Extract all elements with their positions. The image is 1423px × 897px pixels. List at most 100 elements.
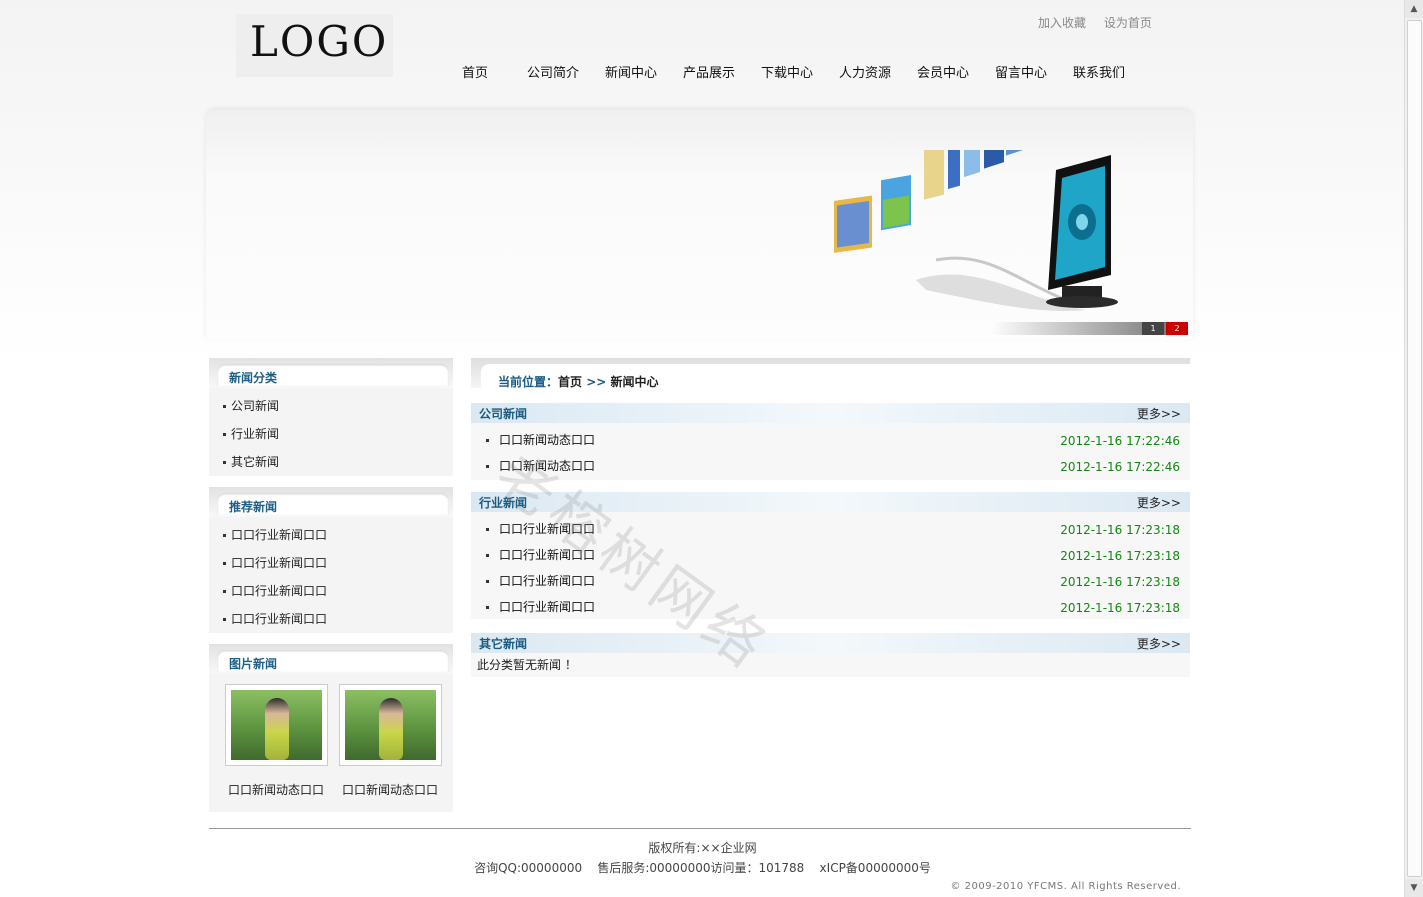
news-row: 口口新闻动态口口 2012-1-16 17:22:46: [471, 453, 1190, 479]
news-title-link[interactable]: 口口新闻动态口口: [499, 427, 595, 453]
section-header: 其它新闻 更多>>: [471, 633, 1190, 653]
nav-guestbook[interactable]: 留言中心: [986, 62, 1056, 81]
bullet-icon: [223, 534, 226, 537]
news-row: 口口行业新闻口口 2012-1-16 17:23:18: [471, 568, 1190, 594]
more-link[interactable]: 更多>>: [1137, 494, 1181, 511]
nav-contact[interactable]: 联系我们: [1064, 62, 1134, 81]
photo-news-header: 图片新闻: [209, 644, 453, 674]
recommended-item[interactable]: 口口行业新闻口口: [209, 549, 453, 577]
slide-button-2[interactable]: 2: [1166, 322, 1188, 335]
bullet-icon: [486, 580, 489, 583]
recommended-item[interactable]: 口口行业新闻口口: [209, 521, 453, 549]
vertical-scrollbar[interactable]: ▲ ▼: [1404, 0, 1423, 897]
category-item-company-news[interactable]: 公司新闻: [209, 392, 453, 420]
more-link[interactable]: 更多>>: [1137, 405, 1181, 422]
bullet-icon: [486, 465, 489, 468]
news-date: 2012-1-16 17:22:46: [1060, 434, 1180, 448]
bullet-icon: [486, 554, 489, 557]
bullet-icon: [223, 461, 226, 464]
news-date: 2012-1-16 17:23:18: [1060, 549, 1180, 563]
person-figure: [265, 698, 289, 760]
breadcrumb: 当前位置：首页 >> 新闻中心: [471, 358, 1190, 390]
recommended-item-label: 口口行业新闻口口: [231, 612, 328, 626]
section-title: 行业新闻: [479, 496, 528, 510]
nav-about[interactable]: 公司简介: [518, 62, 588, 81]
nav-hr[interactable]: 人力资源: [830, 62, 900, 81]
photo-news-thumbnail[interactable]: [339, 684, 442, 766]
empty-section-message: 此分类暂无新闻 ！: [477, 658, 577, 672]
category-item-industry-news[interactable]: 行业新闻: [209, 420, 453, 448]
bullet-icon: [223, 562, 226, 565]
news-title-link[interactable]: 口口行业新闻口口: [499, 516, 595, 542]
company-news-section: 公司新闻 更多>> 口口新闻动态口口 2012-1-16 17:22:46 口口…: [471, 403, 1190, 480]
top-links: 加入收藏 设为首页: [1038, 14, 1166, 31]
recommended-item-label: 口口行业新闻口口: [231, 556, 328, 570]
bullet-icon: [486, 439, 489, 442]
bullet-icon: [223, 433, 226, 436]
photo-news-image: [345, 690, 436, 760]
breadcrumb-label: 当前位置：: [498, 375, 559, 389]
nav-products[interactable]: 产品展示: [674, 62, 744, 81]
photo-news-image: [231, 690, 322, 760]
news-title-link[interactable]: 口口行业新闻口口: [499, 594, 595, 620]
breadcrumb-home-link[interactable]: 首页: [558, 375, 582, 389]
news-date: 2012-1-16 17:23:18: [1060, 575, 1180, 589]
section-header: 公司新闻 更多>>: [471, 403, 1190, 423]
set-homepage-link[interactable]: 设为首页: [1104, 16, 1152, 30]
breadcrumb-text: 当前位置：首页 >> 新闻中心: [498, 373, 659, 390]
photo-news-box: 图片新闻 口口新闻动态口口 口口新闻动态口口: [209, 644, 453, 812]
news-title-link[interactable]: 口口新闻动态口口: [499, 453, 595, 479]
bullet-icon: [223, 590, 226, 593]
news-category-title: 新闻分类: [229, 371, 278, 385]
news-title-link[interactable]: 口口行业新闻口口: [499, 542, 595, 568]
category-item-label: 行业新闻: [231, 427, 280, 441]
recommended-news-title: 推荐新闻: [229, 500, 278, 514]
section-title: 其它新闻: [479, 637, 528, 651]
footer-contact: 咨询QQ:00000000 售后服务:00000000访问量：101788 xI…: [474, 861, 931, 875]
section-header: 行业新闻 更多>>: [471, 492, 1190, 512]
scrollbar-thumb[interactable]: [1407, 20, 1422, 877]
slide-button-1[interactable]: 1: [1142, 322, 1164, 335]
news-date: 2012-1-16 17:23:18: [1060, 523, 1180, 537]
scroll-down-arrow-icon[interactable]: ▼: [1405, 879, 1423, 897]
category-item-label: 公司新闻: [231, 399, 280, 413]
breadcrumb-separator: >>: [586, 375, 607, 389]
banner-monitor-illustration: [834, 150, 1118, 311]
nav-news[interactable]: 新闻中心: [596, 62, 666, 81]
nav-downloads[interactable]: 下载中心: [752, 62, 822, 81]
photo-news-title: 图片新闻: [229, 657, 278, 671]
photo-news-thumbnail[interactable]: [225, 684, 328, 766]
more-link[interactable]: 更多>>: [1137, 635, 1181, 652]
news-date: 2012-1-16 17:22:46: [1060, 460, 1180, 474]
bullet-icon: [486, 528, 489, 531]
photo-news-caption[interactable]: 口口新闻动态口口: [221, 781, 331, 798]
banner-slider: 1 2: [992, 322, 1188, 335]
news-title-link[interactable]: 口口行业新闻口口: [499, 568, 595, 594]
person-figure: [379, 698, 403, 760]
photo-news-caption[interactable]: 口口新闻动态口口: [335, 781, 445, 798]
section-title: 公司新闻: [479, 407, 528, 421]
news-row: 口口行业新闻口口 2012-1-16 17:23:18: [471, 516, 1190, 542]
breadcrumb-current: 新闻中心: [610, 375, 659, 389]
nav-home[interactable]: 首页: [440, 62, 510, 81]
news-date: 2012-1-16 17:23:18: [1060, 601, 1180, 615]
footer-divider: [209, 828, 1191, 829]
news-row: 口口行业新闻口口 2012-1-16 17:23:18: [471, 594, 1190, 620]
other-news-section: 其它新闻 更多>> 此分类暂无新闻 ！: [471, 633, 1190, 677]
recommended-news-box: 推荐新闻 口口行业新闻口口 口口行业新闻口口 口口行业新闻口口 口口行业新闻口口: [209, 487, 453, 633]
footer-copyright: 版权所有:××企业网: [648, 841, 757, 855]
news-category-box: 新闻分类 公司新闻 行业新闻 其它新闻: [209, 358, 453, 476]
recommended-item[interactable]: 口口行业新闻口口: [209, 605, 453, 633]
nav-members[interactable]: 会员中心: [908, 62, 978, 81]
recommended-item[interactable]: 口口行业新闻口口: [209, 577, 453, 605]
category-item-label: 其它新闻: [231, 455, 280, 469]
add-favorite-link[interactable]: 加入收藏: [1038, 16, 1086, 30]
news-category-header: 新闻分类: [209, 358, 453, 388]
news-row: 口口行业新闻口口 2012-1-16 17:23:18: [471, 542, 1190, 568]
bullet-icon: [486, 606, 489, 609]
banner: 1 2: [206, 110, 1193, 340]
site-logo[interactable]: LOGO: [236, 14, 393, 77]
scroll-up-arrow-icon[interactable]: ▲: [1405, 0, 1423, 18]
recommended-item-label: 口口行业新闻口口: [231, 584, 328, 598]
category-item-other-news[interactable]: 其它新闻: [209, 448, 453, 476]
